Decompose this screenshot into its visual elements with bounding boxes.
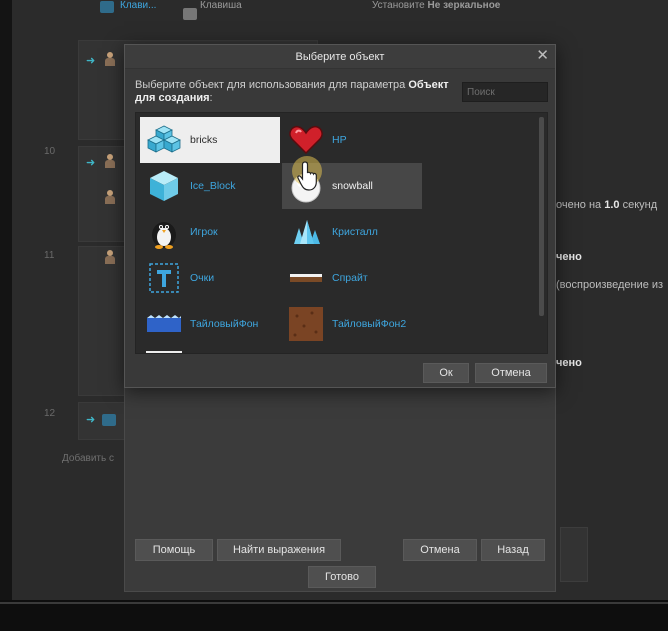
bg-action-text: (воспроизведение из	[556, 279, 664, 291]
object-item-partial	[146, 351, 182, 353]
object-label: Игрок	[190, 226, 218, 238]
close-icon[interactable]: ✕	[536, 48, 549, 64]
done-button[interactable]: Готово	[308, 566, 376, 588]
object-item-player[interactable]: Игрок	[140, 209, 280, 255]
bg-player-icon	[104, 190, 116, 204]
object-label: ТайловыйФон2	[332, 318, 407, 330]
text-object-icon	[146, 260, 182, 296]
penguin-icon	[146, 214, 182, 250]
video-progress-track[interactable]	[0, 602, 668, 604]
bg-row-number: 11	[44, 250, 55, 261]
find-expression-button[interactable]: Найти выражения	[217, 539, 341, 561]
bg-arrow-icon: ➜	[86, 55, 96, 67]
object-item-tiled-background-2[interactable]: ТайловыйФон2	[282, 301, 422, 347]
heart-icon	[288, 122, 324, 158]
bg-key-icon	[183, 8, 197, 20]
choose-object-dialog: Выберите объект ✕ Выберите объект для ис…	[124, 44, 556, 388]
object-item-score[interactable]: Очки	[140, 255, 280, 301]
object-item-bricks[interactable]: bricks	[140, 117, 280, 163]
bg-row-number: 12	[44, 408, 56, 419]
hand-cursor-icon	[297, 161, 317, 191]
object-label: HP	[332, 134, 347, 146]
object-label: Очки	[190, 272, 215, 284]
bg-side-panel	[560, 527, 588, 582]
bg-player-icon	[104, 154, 116, 168]
bricks-icon	[146, 122, 182, 158]
bg-action-text: Установите Не зеркальное	[372, 0, 501, 11]
object-item-tiled-background[interactable]: ТайловыйФон	[140, 301, 280, 347]
tiled-background-icon	[146, 306, 182, 342]
sprite-icon	[288, 260, 324, 296]
object-label: bricks	[190, 134, 218, 146]
dialog-title: Выберите объект	[295, 50, 385, 63]
left-toolbar-strip	[0, 0, 12, 600]
bg-arrow-icon: ➜	[86, 157, 96, 169]
parent-cancel-button[interactable]: Отмена	[403, 539, 477, 561]
video-player-bar	[0, 600, 668, 631]
bg-player-icon	[104, 52, 116, 66]
object-label: Ice_Block	[190, 180, 236, 192]
bg-condition-text: Клавиша	[200, 0, 242, 11]
object-item-crystal[interactable]: Кристалл	[282, 209, 422, 255]
object-list-scrollbar[interactable]	[539, 117, 544, 316]
object-item-sprite[interactable]: Спрайт	[282, 255, 422, 301]
bg-object-icon	[102, 414, 116, 426]
bg-action-text: чено	[556, 251, 582, 263]
tiled-background-2-icon	[288, 306, 324, 342]
bg-player-icon	[104, 250, 116, 264]
bg-row-number: 10	[44, 146, 56, 157]
object-list: bricks HP Ice_Block snowball Игрок Крист…	[135, 112, 548, 354]
object-label: Спрайт	[332, 272, 368, 284]
dialog-description: Выберите объект для использования для па…	[135, 79, 449, 104]
bg-object-icon	[100, 1, 114, 13]
ok-button[interactable]: Ок	[423, 363, 469, 383]
search-input[interactable]	[462, 82, 548, 102]
object-label: snowball	[332, 180, 373, 192]
dialog-titlebar: Выберите объект ✕	[125, 45, 555, 69]
back-button[interactable]: Назад	[481, 539, 545, 561]
crystal-icon	[288, 214, 324, 250]
bg-action-timer-text: очено на 1.0 секунд	[556, 199, 658, 211]
help-button[interactable]: Помощь	[135, 539, 213, 561]
bg-action-text: чено	[556, 357, 582, 369]
bg-event-object-label: Клави...	[120, 0, 157, 11]
ice-block-icon	[146, 168, 182, 204]
object-label: ТайловыйФон	[190, 318, 259, 330]
cancel-button[interactable]: Отмена	[475, 363, 547, 383]
bg-arrow-icon: ➜	[86, 414, 96, 426]
bg-add-event-link[interactable]: Добавить с	[62, 453, 114, 464]
object-label: Кристалл	[332, 226, 378, 238]
object-item-ice-block[interactable]: Ice_Block	[140, 163, 280, 209]
